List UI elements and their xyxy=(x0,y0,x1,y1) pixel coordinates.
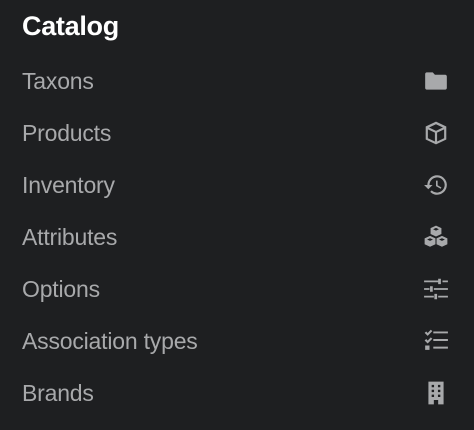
menu-item-label: Options xyxy=(22,276,100,302)
menu-item-products[interactable]: Products xyxy=(0,107,474,159)
building-icon xyxy=(422,379,450,407)
menu-item-label: Taxons xyxy=(22,68,94,94)
menu-items: Taxons Products Inventory Attributes Opt xyxy=(0,55,474,419)
menu-item-label: Attributes xyxy=(22,224,118,250)
menu-title: Catalog xyxy=(22,11,119,41)
menu-item-options[interactable]: Options xyxy=(0,263,474,315)
menu-item-label: Products xyxy=(22,120,112,146)
folder-icon xyxy=(422,67,450,95)
menu-item-label: Brands xyxy=(22,380,94,406)
menu-item-taxons[interactable]: Taxons xyxy=(0,55,474,107)
tasks-list-icon xyxy=(422,327,450,355)
sliders-icon xyxy=(422,275,450,303)
menu-item-brands[interactable]: Brands xyxy=(0,367,474,419)
menu-item-association-types[interactable]: Association types xyxy=(0,315,474,367)
menu-item-attributes[interactable]: Attributes xyxy=(0,211,474,263)
menu-item-label: Association types xyxy=(22,328,198,354)
catalog-menu: Catalog Taxons Products Inventory Attrib… xyxy=(0,0,474,430)
history-icon xyxy=(422,171,450,199)
menu-item-inventory[interactable]: Inventory xyxy=(0,159,474,211)
cube-icon xyxy=(422,119,450,147)
cubes-icon xyxy=(422,223,450,251)
menu-item-label: Inventory xyxy=(22,172,115,198)
